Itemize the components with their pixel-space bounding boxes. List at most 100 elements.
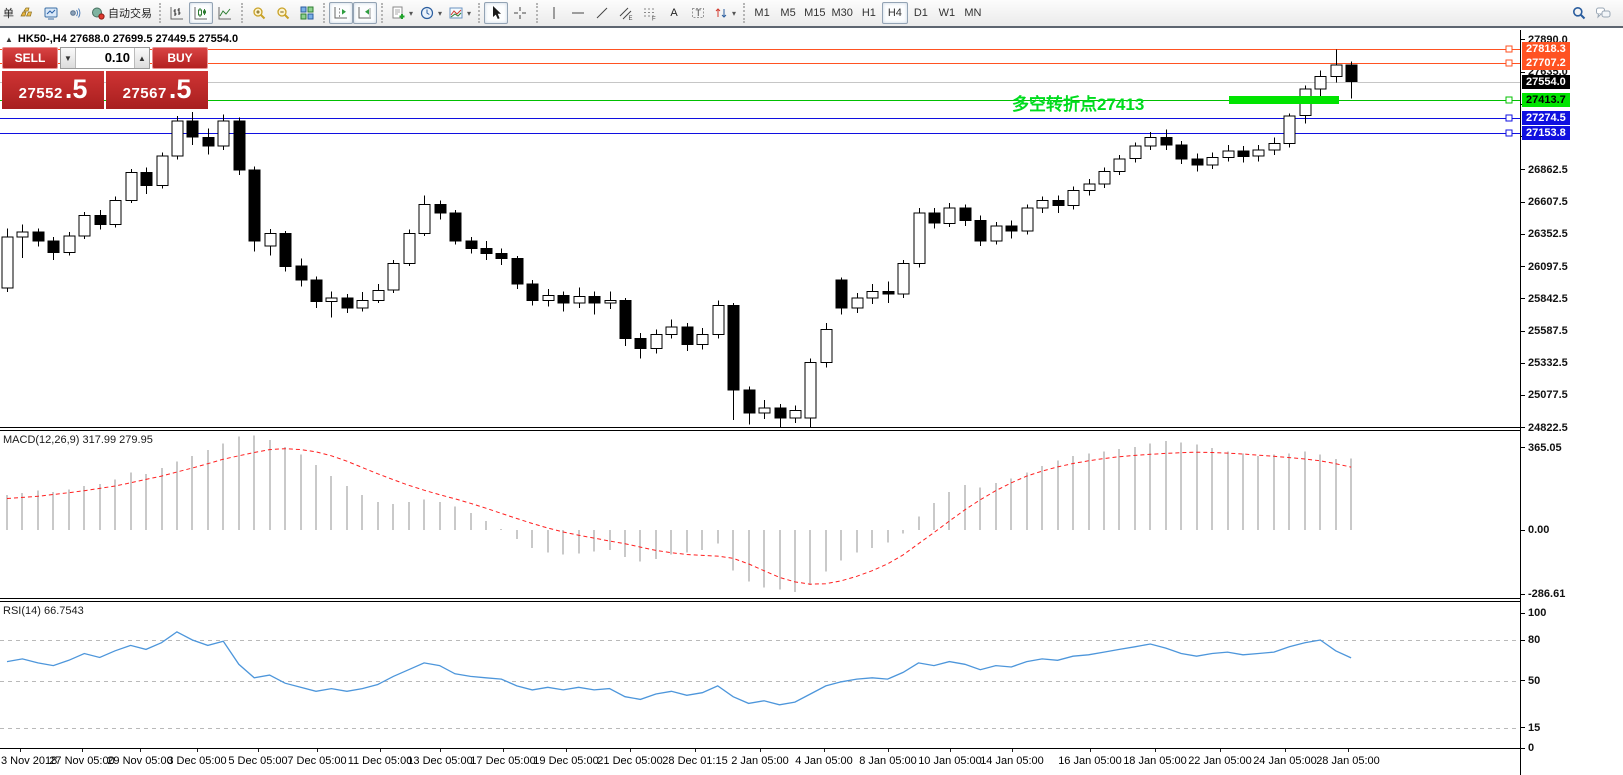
chat-button[interactable] (1591, 2, 1615, 24)
timeframe-mn-label: MN (964, 7, 981, 19)
search-icon (1571, 5, 1587, 21)
arrows-dropdown-arrow-icon[interactable]: ▾ (732, 9, 736, 18)
sell-price[interactable]: 27552 .5 (2, 71, 104, 109)
one-click-trading-panel: SELL ▼ 0.10 ▲ BUY 27552 .5 (2, 47, 208, 109)
buy-button[interactable]: BUY (152, 47, 208, 69)
price-axis[interactable]: 27890.027635.027380.027125.026862.526607… (1521, 30, 1622, 775)
axis-tick-label: 50 (1521, 675, 1540, 687)
trend-line-icon (594, 5, 610, 21)
vertical-line-button[interactable] (542, 2, 566, 24)
price-line-badge: 27554.0 (1522, 75, 1570, 89)
toolbar-separator (323, 3, 325, 23)
timeframe-m1-button[interactable]: M1 (749, 2, 775, 24)
volume-stepper: ▼ 0.10 ▲ (60, 47, 150, 69)
chart-column: ▲ HK50-,H4 27688.0 27699.5 27449.5 27554… (0, 30, 1521, 775)
text-tool-button[interactable]: A (662, 2, 686, 24)
fibonacci-button[interactable]: F (638, 2, 662, 24)
macd-label: MACD(12,26,9) 317.99 279.95 (3, 434, 153, 446)
zoom-in-button[interactable] (247, 2, 271, 24)
tile-windows-button[interactable] (295, 2, 319, 24)
horizontal-line-icon (570, 5, 586, 21)
timeframe-mn-button[interactable]: MN (960, 2, 986, 24)
sell-button[interactable]: SELL (2, 47, 58, 69)
main-chart-pane[interactable]: ▲ HK50-,H4 27688.0 27699.5 27449.5 27554… (0, 30, 1520, 427)
publish-chart-button[interactable] (39, 2, 63, 24)
axis-tick-label: 25332.5 (1521, 357, 1568, 369)
price-line-badge: 27153.8 (1522, 126, 1570, 140)
time-axis-label: 28 Jan 05:00 (1316, 755, 1380, 767)
volume-decrease-button[interactable]: ▼ (61, 48, 76, 68)
chat-icon (1595, 5, 1611, 21)
timeframe-m30-button[interactable]: M30 (828, 2, 855, 24)
gold-ingot-button[interactable] (15, 2, 39, 24)
time-axis-tick (380, 749, 381, 752)
timeframe-d1-button[interactable]: D1 (908, 2, 934, 24)
rsi-label: RSI(14) 66.7543 (3, 605, 84, 617)
time-axis-label: 21 Dec 05:00 (597, 755, 662, 767)
auto-scroll-button[interactable] (353, 2, 377, 24)
timeframe-d1-label: D1 (914, 7, 928, 19)
new-order-button[interactable]: 单 (2, 2, 15, 24)
candlestick-chart-button[interactable] (189, 2, 213, 24)
macd-pane[interactable]: MACD(12,26,9) 317.99 279.95 (0, 431, 1520, 598)
auto-trading-icon (90, 5, 106, 21)
volume-increase-button[interactable]: ▲ (134, 48, 149, 68)
crosshair-icon (512, 5, 528, 21)
time-axis[interactable]: 3 Nov 201827 Nov 05:0029 Nov 05:003 Dec … (0, 748, 1520, 775)
vertical-line-icon (546, 5, 562, 21)
arrows-button[interactable]: ▾ (710, 2, 739, 24)
axis-tick-label: 26607.5 (1521, 196, 1568, 208)
crosshair-button[interactable] (508, 2, 532, 24)
pivot-annotation-text[interactable]: 多空转折点27413 (1012, 90, 1144, 115)
text-label-button[interactable]: T (686, 2, 710, 24)
svg-text:E: E (629, 16, 633, 21)
auto-trading-button[interactable]: 自动交易 (87, 2, 155, 24)
buy-price[interactable]: 27567 .5 (106, 71, 208, 109)
price-line-badge: 27274.5 (1522, 111, 1570, 125)
auto-trading-label: 自动交易 (108, 5, 152, 21)
rsi-canvas (0, 602, 1520, 748)
volume-value[interactable]: 0.10 (76, 48, 134, 68)
timeframe-m30-label: M30 (831, 7, 852, 19)
axis-tick-label: 365.05 (1521, 442, 1562, 454)
axis-tick-label: -286.61 (1521, 588, 1565, 600)
timeframe-m15-button[interactable]: M15 (801, 2, 828, 24)
equidistant-channel-icon: E (618, 5, 634, 21)
chart-shift-button[interactable] (329, 2, 353, 24)
zoom-out-button[interactable] (271, 2, 295, 24)
news-broadcast-button[interactable] (63, 2, 87, 24)
horizontal-line-button[interactable] (566, 2, 590, 24)
trend-line-button[interactable] (590, 2, 614, 24)
periods-dropdown-arrow-icon[interactable]: ▾ (438, 9, 442, 18)
arrows-icon (713, 5, 729, 21)
axis-tick-label: 80 (1521, 634, 1540, 646)
indicators-dropdown-arrow-icon[interactable]: ▾ (409, 9, 413, 18)
candlestick-chart-canvas (0, 30, 1520, 427)
timeframe-h4-label: H4 (888, 7, 902, 19)
line-chart-button[interactable] (213, 2, 237, 24)
time-axis-tick (197, 749, 198, 752)
chart-title-row: ▲ HK50-,H4 27688.0 27699.5 27449.5 27554… (5, 33, 238, 45)
time-axis-label: 29 Nov 05:00 (107, 755, 172, 767)
indicators-icon (390, 5, 406, 21)
timeframe-h1-button[interactable]: H1 (856, 2, 882, 24)
search-button[interactable] (1567, 2, 1591, 24)
svg-text:T: T (696, 8, 702, 18)
time-axis-label: 19 Dec 05:00 (533, 755, 598, 767)
equidistant-channel-button[interactable]: E (614, 2, 638, 24)
bar-chart-button[interactable] (165, 2, 189, 24)
timeframe-w1-label: W1 (939, 7, 956, 19)
timeframe-w1-button[interactable]: W1 (934, 2, 960, 24)
templates-dropdown-arrow-icon[interactable]: ▾ (467, 9, 471, 18)
one-click-collapse-icon[interactable]: ▲ (5, 35, 13, 44)
timeframe-h4-button[interactable]: H4 (882, 2, 908, 24)
toolbar-separator (743, 3, 745, 23)
timeframe-m5-button[interactable]: M5 (775, 2, 801, 24)
templates-button[interactable]: ▾ (445, 2, 474, 24)
cursor-button[interactable] (484, 2, 508, 24)
indicators-button[interactable]: ▾ (387, 2, 416, 24)
time-axis-label: 13 Dec 05:00 (407, 755, 472, 767)
rsi-pane[interactable]: RSI(14) 66.7543 (0, 602, 1520, 748)
axis-tick-label: 25587.5 (1521, 325, 1568, 337)
periods-button[interactable]: ▾ (416, 2, 445, 24)
